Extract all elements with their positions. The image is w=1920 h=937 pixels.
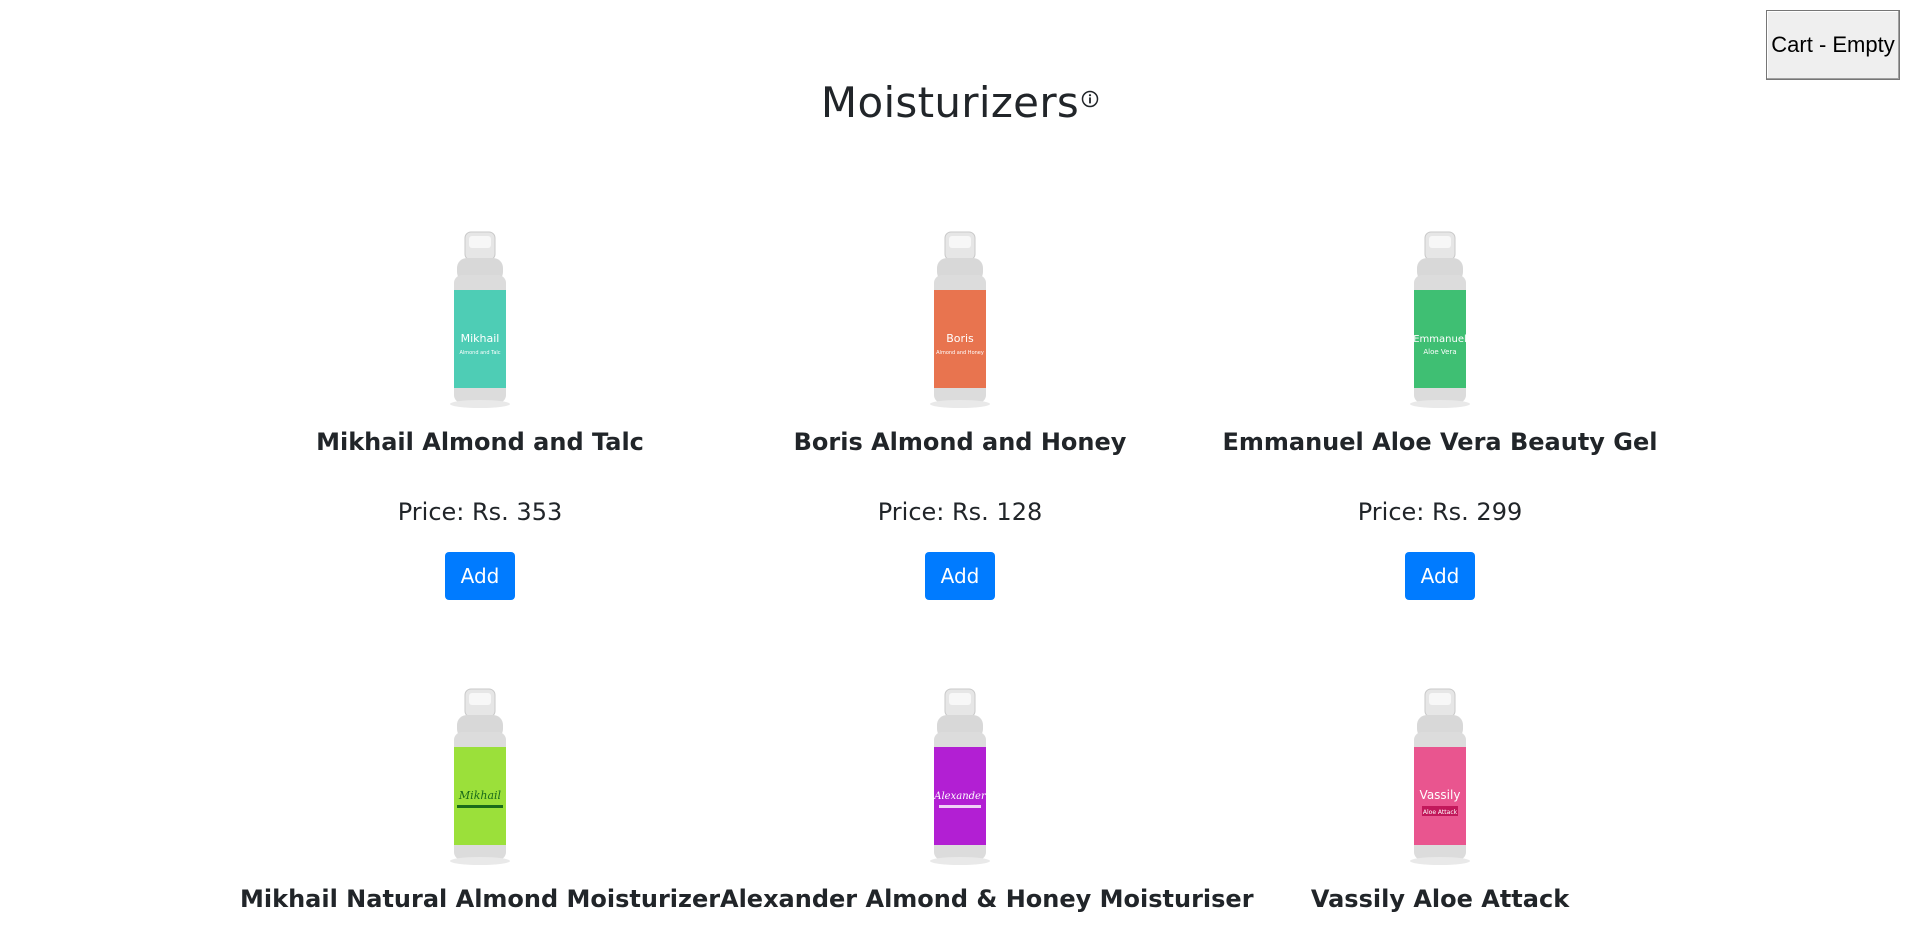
add-button[interactable]: Add [925,552,995,600]
product-image: Boris Almond and Honey [930,231,990,408]
bottle-brand: Emmanuel [1413,334,1467,345]
add-button[interactable]: Add [445,552,515,600]
product-name: Mikhail Almond and Talc [316,428,644,456]
bottle-sub: Almond and Talc [459,350,500,356]
bottle-brand: Mikhail [461,332,500,345]
product-image: Alexander [930,688,990,865]
page-header: Moisturizers [0,78,1920,127]
product-card: Alexander Alexander Almond & Honey Moist… [720,687,1254,913]
cart-button[interactable]: Cart - Empty [1766,10,1900,80]
page: Cart - Empty Moisturizers Mikhail Almond… [0,0,1920,937]
page-title: Moisturizers [820,78,1080,127]
product-price: Price: Rs. 299 [1357,498,1523,526]
product-image: Mikhail [450,688,510,865]
product-card: Mikhail Almond and Talc Mikhail Almond a… [240,230,720,600]
product-price: Price: Rs. 128 [877,498,1043,526]
bottle-brand: Alexander [933,791,987,802]
add-button[interactable]: Add [1405,552,1475,600]
product-card: Vassily Aloe Attack Vassily Aloe Attack [1200,687,1680,913]
bottle-sub: Almond and Honey [936,350,984,356]
product-card: Mikhail Mikhail Natural Almond Moisturiz… [240,687,720,913]
bottle-sub: Aloe Vera [1423,348,1456,356]
product-image: Mikhail Almond and Talc [450,231,510,408]
bottle-sub: Aloe Attack [1423,809,1458,816]
product-name: Boris Almond and Honey [793,428,1127,456]
product-image: Emmanuel Aloe Vera [1410,231,1470,408]
product-name: Alexander Almond & Honey Moisturiser [720,885,1254,913]
product-name: Vassily Aloe Attack [1310,885,1570,913]
product-name: Emmanuel Aloe Vera Beauty Gel [1222,428,1658,456]
bottle-brand: Boris [946,332,974,345]
product-image: Vassily Aloe Attack [1410,688,1470,865]
bottle-brand: Mikhail [458,789,502,802]
product-card: Emmanuel Aloe Vera Emmanuel Aloe Vera Be… [1200,230,1680,600]
product-card: Boris Almond and Honey Boris Almond and … [720,230,1200,600]
product-name: Mikhail Natural Almond Moisturizer [240,885,721,913]
info-icon[interactable] [1081,90,1099,108]
product-price: Price: Rs. 353 [397,498,563,526]
bottle-brand: Vassily [1420,788,1461,802]
